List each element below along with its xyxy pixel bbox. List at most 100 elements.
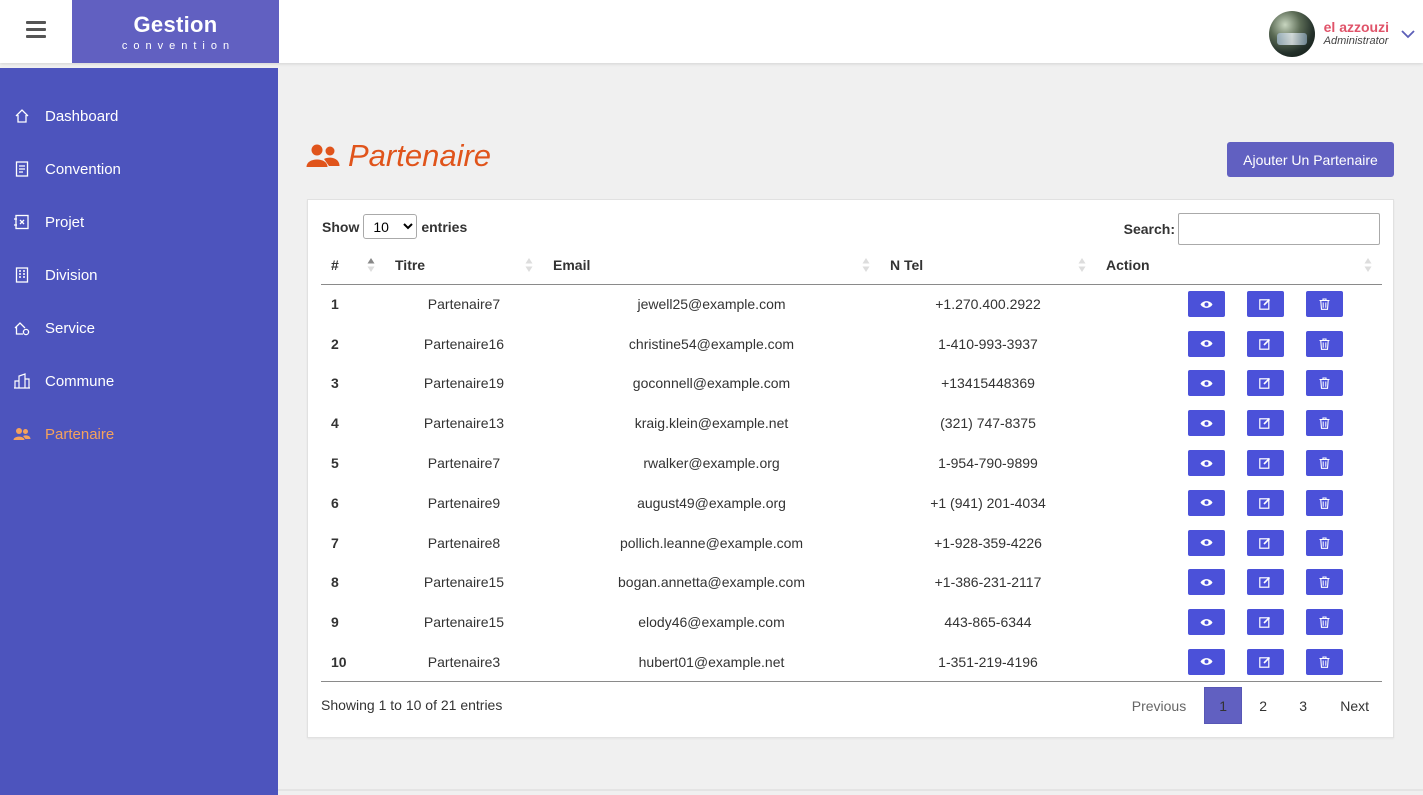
user-menu[interactable]: el azzouzi Administrator — [1268, 11, 1415, 57]
sidebar-item-commune[interactable]: Commune — [0, 361, 278, 401]
sidebar-item-division[interactable]: Division — [0, 255, 278, 295]
view-button[interactable] — [1187, 609, 1225, 636]
cell-email: august49@example.org — [637, 494, 786, 511]
cell-tel: 1-351-219-4196 — [880, 642, 1096, 683]
table-row: 10 Partenaire3 hubert01@example.net 1-351-2… — [321, 642, 1382, 683]
column-header-email[interactable]: Email — [543, 246, 880, 285]
search-input[interactable] — [1178, 213, 1380, 245]
trash-icon — [1319, 417, 1330, 430]
edit-button[interactable] — [1246, 450, 1284, 477]
delete-button[interactable] — [1305, 609, 1343, 636]
sidebar-item-partenaire[interactable]: Partenaire — [0, 414, 278, 454]
eye-icon — [1200, 657, 1213, 666]
sidebar-item-convention[interactable]: Convention — [0, 149, 278, 189]
table-row: 5 Partenaire7 rwalker@example.org 1-954-790… — [321, 443, 1382, 483]
cell-titre: Partenaire9 — [427, 494, 501, 511]
page-button-2[interactable]: 2 — [1244, 687, 1282, 724]
edit-button[interactable] — [1246, 410, 1284, 437]
sidebar-item-projet[interactable]: Projet — [0, 202, 278, 242]
sidebar-item-label: Projet — [45, 213, 85, 231]
edit-button[interactable] — [1246, 370, 1284, 397]
edit-icon — [1259, 537, 1271, 549]
add-partenaire-button[interactable]: Ajouter Un Partenaire — [1227, 142, 1394, 177]
cell-actions — [1096, 523, 1382, 563]
cell-titre: Partenaire15 — [423, 574, 505, 591]
edit-button[interactable] — [1246, 569, 1284, 596]
trash-icon — [1319, 576, 1330, 589]
delete-button[interactable] — [1305, 410, 1343, 437]
sort-icon — [862, 258, 870, 272]
cell-email: kraig.klein@example.net — [634, 415, 789, 432]
column-header-titre[interactable]: Titre — [385, 246, 543, 285]
view-button[interactable] — [1187, 330, 1225, 357]
building-icon — [13, 266, 31, 284]
delete-button[interactable] — [1305, 529, 1343, 556]
cell-number: 4 — [331, 415, 339, 432]
project-icon — [13, 213, 31, 231]
column-header-number[interactable]: # — [321, 246, 385, 285]
table-row: 3 Partenaire19 goconnell@example.com +13415… — [321, 364, 1382, 404]
edit-button[interactable] — [1246, 529, 1284, 556]
view-button[interactable] — [1187, 529, 1225, 556]
previous-page-button[interactable]: Previous — [1120, 687, 1198, 724]
edit-button[interactable] — [1246, 330, 1284, 357]
view-button[interactable] — [1187, 489, 1225, 516]
edit-button[interactable] — [1246, 489, 1284, 516]
sidebar-item-label: Dashboard — [45, 107, 119, 125]
edit-button[interactable] — [1246, 291, 1284, 318]
chevron-down-icon[interactable] — [1401, 29, 1415, 39]
cell-tel: 1-410-993-3937 — [938, 335, 1038, 352]
user-name: el azzouzi — [1323, 19, 1389, 35]
delete-button[interactable] — [1305, 648, 1343, 675]
view-button[interactable] — [1187, 569, 1225, 596]
next-page-button[interactable]: Next — [1328, 687, 1381, 724]
edit-icon — [1259, 377, 1271, 390]
eye-icon — [1200, 498, 1213, 507]
cell-number: 8 — [331, 574, 339, 591]
delete-button[interactable] — [1305, 569, 1343, 596]
eye-icon — [1200, 419, 1213, 428]
column-header-tel[interactable]: N Tel — [880, 246, 1096, 285]
page-title: Partenaire — [348, 138, 492, 173]
cell-number: 10 — [321, 642, 385, 683]
brand-title: Gestion — [133, 12, 218, 37]
trash-icon — [1319, 377, 1330, 390]
trash-icon — [1319, 457, 1330, 469]
delete-button[interactable] — [1305, 450, 1343, 477]
eye-icon — [1200, 618, 1213, 627]
cell-number: 6 — [331, 494, 339, 511]
view-button[interactable] — [1187, 410, 1225, 437]
cell-email: elody46@example.com — [638, 614, 785, 631]
trash-icon — [1319, 656, 1330, 668]
search-label: Search: — [1123, 221, 1175, 237]
cell-email: jewell25@example.com — [637, 296, 786, 313]
page-length-select[interactable]: 10 25 50 100 — [363, 214, 418, 239]
view-button[interactable] — [1187, 291, 1225, 318]
page-length-control: Show 10 25 50 100 entries — [322, 214, 467, 239]
hamburger-menu-icon[interactable] — [26, 21, 46, 39]
column-header-action[interactable]: Action — [1096, 246, 1382, 285]
edit-button[interactable] — [1246, 648, 1284, 675]
sidebar-item-dashboard[interactable]: Dashboard — [0, 96, 278, 136]
brand-logo[interactable]: Gestion convention — [72, 0, 279, 63]
delete-button[interactable] — [1305, 291, 1343, 318]
edit-icon — [1259, 497, 1271, 509]
delete-button[interactable] — [1305, 489, 1343, 516]
cell-tel: +1-386-231-2117 — [934, 574, 1042, 591]
edit-button[interactable] — [1246, 609, 1284, 636]
page-button-3[interactable]: 3 — [1284, 687, 1322, 724]
cell-number: 7 — [331, 534, 339, 551]
delete-button[interactable] — [1305, 370, 1343, 397]
view-button[interactable] — [1187, 648, 1225, 675]
table-row: 6 Partenaire9 august49@example.org +1 (941)… — [321, 483, 1382, 523]
sidebar-item-service[interactable]: Service — [0, 308, 278, 348]
view-button[interactable] — [1187, 370, 1225, 397]
page-button-1[interactable]: 1 — [1204, 687, 1243, 724]
view-button[interactable] — [1187, 450, 1225, 477]
user-role: Administrator — [1323, 35, 1389, 47]
cell-tel: 1-954-790-9899 — [938, 455, 1038, 472]
trash-icon — [1319, 497, 1330, 509]
edit-icon — [1259, 616, 1271, 629]
cell-number: 1 — [331, 296, 339, 313]
delete-button[interactable] — [1305, 330, 1343, 357]
